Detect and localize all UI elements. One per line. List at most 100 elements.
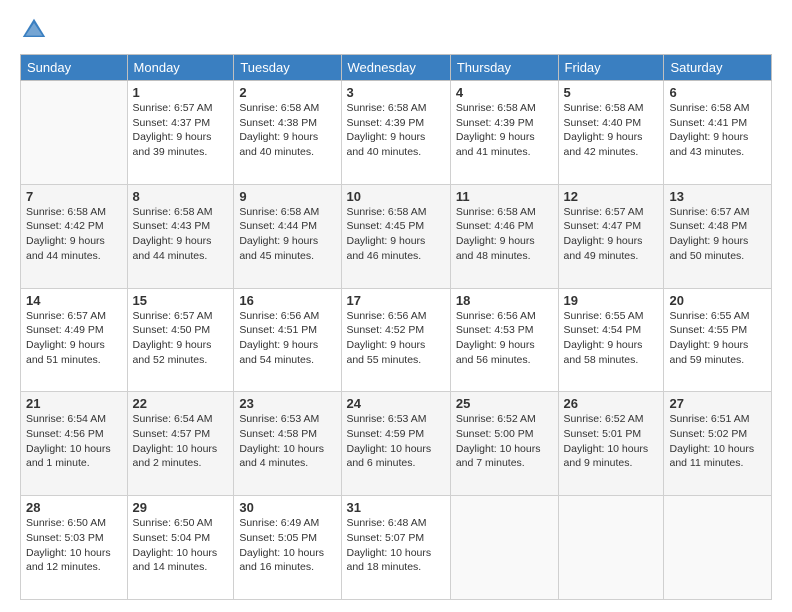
day-cell bbox=[664, 496, 772, 600]
day-number: 23 bbox=[239, 396, 335, 411]
day-header-saturday: Saturday bbox=[664, 55, 772, 81]
day-cell: 21Sunrise: 6:54 AM Sunset: 4:56 PM Dayli… bbox=[21, 392, 128, 496]
day-number: 15 bbox=[133, 293, 229, 308]
day-info: Sunrise: 6:57 AM Sunset: 4:37 PM Dayligh… bbox=[133, 101, 229, 160]
day-info: Sunrise: 6:58 AM Sunset: 4:40 PM Dayligh… bbox=[564, 101, 659, 160]
day-cell: 9Sunrise: 6:58 AM Sunset: 4:44 PM Daylig… bbox=[234, 184, 341, 288]
day-number: 6 bbox=[669, 85, 766, 100]
day-header-wednesday: Wednesday bbox=[341, 55, 450, 81]
day-cell: 11Sunrise: 6:58 AM Sunset: 4:46 PM Dayli… bbox=[450, 184, 558, 288]
day-number: 22 bbox=[133, 396, 229, 411]
day-number: 5 bbox=[564, 85, 659, 100]
day-number: 14 bbox=[26, 293, 122, 308]
day-number: 4 bbox=[456, 85, 553, 100]
day-number: 12 bbox=[564, 189, 659, 204]
day-number: 29 bbox=[133, 500, 229, 515]
day-info: Sunrise: 6:50 AM Sunset: 5:04 PM Dayligh… bbox=[133, 516, 229, 575]
day-cell: 20Sunrise: 6:55 AM Sunset: 4:55 PM Dayli… bbox=[664, 288, 772, 392]
day-cell: 24Sunrise: 6:53 AM Sunset: 4:59 PM Dayli… bbox=[341, 392, 450, 496]
logo-icon bbox=[20, 16, 48, 44]
day-cell: 6Sunrise: 6:58 AM Sunset: 4:41 PM Daylig… bbox=[664, 81, 772, 185]
day-cell: 18Sunrise: 6:56 AM Sunset: 4:53 PM Dayli… bbox=[450, 288, 558, 392]
day-cell: 2Sunrise: 6:58 AM Sunset: 4:38 PM Daylig… bbox=[234, 81, 341, 185]
day-headers: SundayMondayTuesdayWednesdayThursdayFrid… bbox=[21, 55, 772, 81]
day-info: Sunrise: 6:57 AM Sunset: 4:48 PM Dayligh… bbox=[669, 205, 766, 264]
day-number: 28 bbox=[26, 500, 122, 515]
day-cell: 28Sunrise: 6:50 AM Sunset: 5:03 PM Dayli… bbox=[21, 496, 128, 600]
day-number: 13 bbox=[669, 189, 766, 204]
day-number: 21 bbox=[26, 396, 122, 411]
day-number: 2 bbox=[239, 85, 335, 100]
week-row-0: 1Sunrise: 6:57 AM Sunset: 4:37 PM Daylig… bbox=[21, 81, 772, 185]
day-cell: 13Sunrise: 6:57 AM Sunset: 4:48 PM Dayli… bbox=[664, 184, 772, 288]
day-info: Sunrise: 6:50 AM Sunset: 5:03 PM Dayligh… bbox=[26, 516, 122, 575]
day-number: 31 bbox=[347, 500, 445, 515]
day-cell: 25Sunrise: 6:52 AM Sunset: 5:00 PM Dayli… bbox=[450, 392, 558, 496]
day-header-thursday: Thursday bbox=[450, 55, 558, 81]
day-info: Sunrise: 6:53 AM Sunset: 4:58 PM Dayligh… bbox=[239, 412, 335, 471]
day-number: 20 bbox=[669, 293, 766, 308]
week-row-2: 14Sunrise: 6:57 AM Sunset: 4:49 PM Dayli… bbox=[21, 288, 772, 392]
day-header-friday: Friday bbox=[558, 55, 664, 81]
day-cell: 14Sunrise: 6:57 AM Sunset: 4:49 PM Dayli… bbox=[21, 288, 128, 392]
logo bbox=[20, 16, 52, 44]
day-cell: 4Sunrise: 6:58 AM Sunset: 4:39 PM Daylig… bbox=[450, 81, 558, 185]
day-cell: 27Sunrise: 6:51 AM Sunset: 5:02 PM Dayli… bbox=[664, 392, 772, 496]
day-header-sunday: Sunday bbox=[21, 55, 128, 81]
day-cell: 30Sunrise: 6:49 AM Sunset: 5:05 PM Dayli… bbox=[234, 496, 341, 600]
day-cell: 15Sunrise: 6:57 AM Sunset: 4:50 PM Dayli… bbox=[127, 288, 234, 392]
day-cell: 23Sunrise: 6:53 AM Sunset: 4:58 PM Dayli… bbox=[234, 392, 341, 496]
day-number: 30 bbox=[239, 500, 335, 515]
day-cell: 3Sunrise: 6:58 AM Sunset: 4:39 PM Daylig… bbox=[341, 81, 450, 185]
day-number: 7 bbox=[26, 189, 122, 204]
day-cell: 5Sunrise: 6:58 AM Sunset: 4:40 PM Daylig… bbox=[558, 81, 664, 185]
day-info: Sunrise: 6:57 AM Sunset: 4:49 PM Dayligh… bbox=[26, 309, 122, 368]
week-row-3: 21Sunrise: 6:54 AM Sunset: 4:56 PM Dayli… bbox=[21, 392, 772, 496]
day-info: Sunrise: 6:54 AM Sunset: 4:56 PM Dayligh… bbox=[26, 412, 122, 471]
day-number: 19 bbox=[564, 293, 659, 308]
day-info: Sunrise: 6:57 AM Sunset: 4:47 PM Dayligh… bbox=[564, 205, 659, 264]
day-info: Sunrise: 6:58 AM Sunset: 4:39 PM Dayligh… bbox=[347, 101, 445, 160]
day-info: Sunrise: 6:58 AM Sunset: 4:43 PM Dayligh… bbox=[133, 205, 229, 264]
day-number: 10 bbox=[347, 189, 445, 204]
day-cell: 26Sunrise: 6:52 AM Sunset: 5:01 PM Dayli… bbox=[558, 392, 664, 496]
day-info: Sunrise: 6:55 AM Sunset: 4:55 PM Dayligh… bbox=[669, 309, 766, 368]
day-info: Sunrise: 6:51 AM Sunset: 5:02 PM Dayligh… bbox=[669, 412, 766, 471]
calendar: SundayMondayTuesdayWednesdayThursdayFrid… bbox=[20, 54, 772, 600]
day-number: 8 bbox=[133, 189, 229, 204]
day-cell: 31Sunrise: 6:48 AM Sunset: 5:07 PM Dayli… bbox=[341, 496, 450, 600]
day-info: Sunrise: 6:56 AM Sunset: 4:51 PM Dayligh… bbox=[239, 309, 335, 368]
day-info: Sunrise: 6:58 AM Sunset: 4:41 PM Dayligh… bbox=[669, 101, 766, 160]
day-cell: 10Sunrise: 6:58 AM Sunset: 4:45 PM Dayli… bbox=[341, 184, 450, 288]
day-info: Sunrise: 6:53 AM Sunset: 4:59 PM Dayligh… bbox=[347, 412, 445, 471]
day-cell: 8Sunrise: 6:58 AM Sunset: 4:43 PM Daylig… bbox=[127, 184, 234, 288]
week-row-1: 7Sunrise: 6:58 AM Sunset: 4:42 PM Daylig… bbox=[21, 184, 772, 288]
day-cell: 7Sunrise: 6:58 AM Sunset: 4:42 PM Daylig… bbox=[21, 184, 128, 288]
day-header-tuesday: Tuesday bbox=[234, 55, 341, 81]
week-row-4: 28Sunrise: 6:50 AM Sunset: 5:03 PM Dayli… bbox=[21, 496, 772, 600]
day-cell bbox=[21, 81, 128, 185]
day-info: Sunrise: 6:52 AM Sunset: 5:01 PM Dayligh… bbox=[564, 412, 659, 471]
day-info: Sunrise: 6:55 AM Sunset: 4:54 PM Dayligh… bbox=[564, 309, 659, 368]
day-cell bbox=[450, 496, 558, 600]
day-info: Sunrise: 6:57 AM Sunset: 4:50 PM Dayligh… bbox=[133, 309, 229, 368]
header bbox=[20, 16, 772, 44]
day-info: Sunrise: 6:58 AM Sunset: 4:38 PM Dayligh… bbox=[239, 101, 335, 160]
day-header-monday: Monday bbox=[127, 55, 234, 81]
day-info: Sunrise: 6:58 AM Sunset: 4:46 PM Dayligh… bbox=[456, 205, 553, 264]
day-number: 9 bbox=[239, 189, 335, 204]
day-number: 24 bbox=[347, 396, 445, 411]
day-info: Sunrise: 6:52 AM Sunset: 5:00 PM Dayligh… bbox=[456, 412, 553, 471]
day-info: Sunrise: 6:48 AM Sunset: 5:07 PM Dayligh… bbox=[347, 516, 445, 575]
day-number: 18 bbox=[456, 293, 553, 308]
day-cell: 12Sunrise: 6:57 AM Sunset: 4:47 PM Dayli… bbox=[558, 184, 664, 288]
day-number: 17 bbox=[347, 293, 445, 308]
day-number: 16 bbox=[239, 293, 335, 308]
day-number: 1 bbox=[133, 85, 229, 100]
day-info: Sunrise: 6:58 AM Sunset: 4:45 PM Dayligh… bbox=[347, 205, 445, 264]
day-info: Sunrise: 6:58 AM Sunset: 4:44 PM Dayligh… bbox=[239, 205, 335, 264]
day-cell: 22Sunrise: 6:54 AM Sunset: 4:57 PM Dayli… bbox=[127, 392, 234, 496]
day-info: Sunrise: 6:56 AM Sunset: 4:52 PM Dayligh… bbox=[347, 309, 445, 368]
day-number: 27 bbox=[669, 396, 766, 411]
day-info: Sunrise: 6:56 AM Sunset: 4:53 PM Dayligh… bbox=[456, 309, 553, 368]
